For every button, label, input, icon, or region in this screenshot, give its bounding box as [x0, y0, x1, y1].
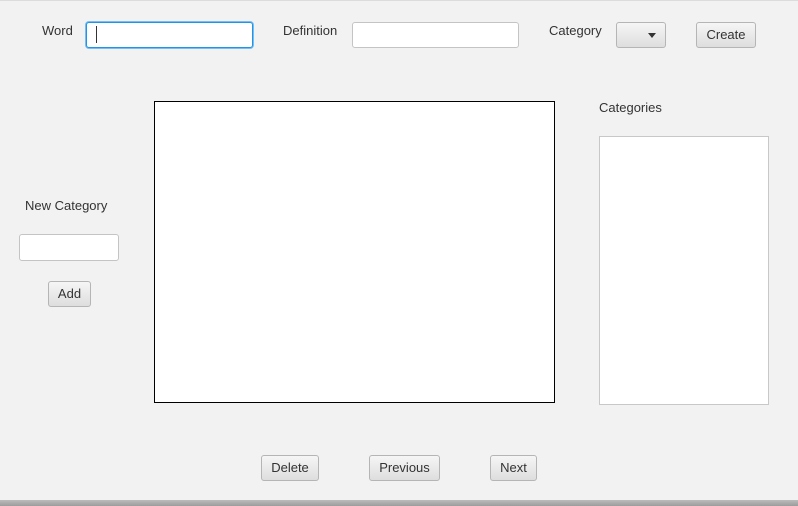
- definition-input[interactable]: [352, 22, 519, 48]
- create-button[interactable]: Create: [696, 22, 756, 48]
- window-bottom-edge: [0, 500, 798, 506]
- definition-label: Definition: [283, 23, 338, 38]
- delete-button[interactable]: Delete: [261, 455, 319, 481]
- new-category-label: New Category: [25, 198, 108, 213]
- chevron-down-icon: [648, 33, 656, 38]
- category-combobox[interactable]: [616, 22, 666, 48]
- word-display-area[interactable]: [154, 101, 555, 403]
- categories-list[interactable]: [599, 136, 769, 405]
- category-label: Category: [549, 23, 602, 38]
- categories-label: Categories: [599, 100, 662, 115]
- add-category-button[interactable]: Add: [48, 281, 91, 307]
- app-window: Word Definition Category Create New Cate…: [0, 0, 798, 500]
- previous-button[interactable]: Previous: [369, 455, 440, 481]
- next-button[interactable]: Next: [490, 455, 537, 481]
- text-caret: [96, 26, 97, 43]
- word-label: Word: [42, 23, 73, 38]
- new-category-input[interactable]: [19, 234, 119, 261]
- word-input[interactable]: [86, 22, 253, 48]
